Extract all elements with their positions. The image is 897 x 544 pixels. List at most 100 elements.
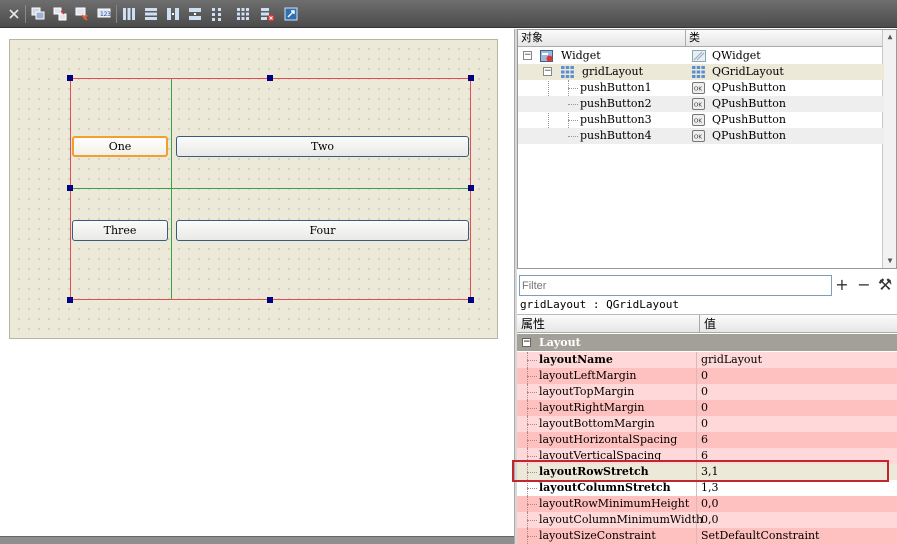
resize-handle-top-left[interactable]: [67, 75, 73, 81]
resize-handle-top[interactable]: [267, 75, 273, 81]
property-value[interactable]: 0: [699, 384, 708, 400]
edit-signals-slots-icon[interactable]: [51, 5, 69, 23]
property-value[interactable]: 1,3: [699, 480, 719, 496]
tree-item-widget[interactable]: − Widget QWidget: [518, 48, 884, 64]
grid-layout-frame[interactable]: [70, 78, 471, 300]
grid-layout-icon: [561, 66, 574, 78]
property-value[interactable]: 0: [699, 416, 708, 432]
resize-handle-right[interactable]: [468, 185, 474, 191]
tree-item-pushbutton2[interactable]: pushButton2 OK QPushButton: [518, 96, 884, 112]
property-name: layoutColumnStretch: [517, 480, 697, 496]
property-row[interactable]: layoutColumnMinimumWidth 0,0: [517, 512, 897, 528]
class-grid-layout-icon: [692, 66, 705, 78]
tree-item-pushbutton4[interactable]: pushButton4 OK QPushButton: [518, 128, 884, 144]
resize-handle-bottom-right[interactable]: [468, 297, 474, 303]
svg-text:OK: OK: [694, 119, 702, 125]
scroll-down-icon[interactable]: ▼: [885, 256, 895, 266]
add-dynamic-property-icon[interactable]: +: [834, 276, 850, 294]
layout-horizontal-splitter-icon[interactable]: [164, 5, 182, 23]
svg-text:OK: OK: [694, 103, 702, 109]
property-value[interactable]: 0,0: [699, 496, 719, 512]
object-class: QGridLayout: [712, 65, 784, 78]
tree-item-gridlayout[interactable]: − gridLayout QGridLayout: [518, 64, 884, 80]
resize-handle-left[interactable]: [67, 185, 73, 191]
object-inspector-scrollbar[interactable]: ▲ ▼: [882, 30, 896, 268]
push-button-three[interactable]: Three: [72, 220, 168, 241]
property-value[interactable]: 0: [699, 368, 708, 384]
configure-tool-icon[interactable]: ⚒: [877, 276, 893, 294]
scroll-up-icon[interactable]: ▲: [885, 32, 895, 42]
layout-horizontal-icon[interactable]: [120, 5, 138, 23]
object-column-header[interactable]: 对象: [518, 30, 686, 47]
tree-item-pushbutton1[interactable]: pushButton1 OK QPushButton: [518, 80, 884, 96]
object-class: QPushButton: [712, 81, 786, 94]
push-button-four[interactable]: Four: [176, 220, 469, 241]
property-row[interactable]: layoutRowMinimumHeight 0,0: [517, 496, 897, 512]
property-group-layout[interactable]: − Layout: [517, 334, 897, 351]
resize-handle-bottom[interactable]: [267, 297, 273, 303]
tree-item-pushbutton3[interactable]: pushButton3 OK QPushButton: [518, 112, 884, 128]
svg-text:123: 123: [100, 11, 111, 18]
collapse-icon[interactable]: −: [543, 67, 552, 76]
property-name: layoutName: [517, 352, 697, 368]
layout-vertical-icon[interactable]: [142, 5, 160, 23]
property-row[interactable]: layoutName gridLayout: [517, 352, 897, 368]
remove-dynamic-property-icon[interactable]: −: [856, 276, 872, 294]
tree-connector: [527, 376, 537, 377]
edit-tab-order-icon[interactable]: 123: [95, 5, 113, 23]
property-value[interactable]: 0,0: [699, 512, 719, 528]
property-name: layoutHorizontalSpacing: [517, 432, 697, 448]
property-name: layoutRowMinimumHeight: [517, 496, 697, 512]
property-table-header: 属性 值: [517, 314, 897, 333]
adjust-size-icon[interactable]: [282, 5, 300, 23]
push-button-class-icon: OK: [692, 130, 705, 142]
highlight-annotation-box: [512, 460, 889, 482]
current-object-label: gridLayout : QGridLayout: [520, 298, 679, 311]
property-editor: + − ⚒ gridLayout : QGridLayout 属性 值 − La…: [517, 271, 897, 544]
property-row[interactable]: layoutSizeConstraint SetDefaultConstraint: [517, 528, 897, 544]
property-row[interactable]: layoutColumnStretch 1,3: [517, 480, 897, 496]
toolbar-separator: [116, 5, 117, 23]
object-name: gridLayout: [582, 65, 644, 78]
group-label: Layout: [539, 336, 581, 349]
resize-handle-top-right[interactable]: [468, 75, 474, 81]
tree-connector: [527, 488, 537, 489]
property-value[interactable]: 0: [699, 400, 708, 416]
property-row[interactable]: layoutTopMargin 0: [517, 384, 897, 400]
collapse-icon[interactable]: −: [522, 338, 531, 347]
tree-connector: [527, 536, 537, 537]
break-layout-icon[interactable]: [258, 5, 276, 23]
class-column-header[interactable]: 类: [686, 30, 883, 47]
property-value[interactable]: 6: [699, 432, 708, 448]
tree-connector: [527, 408, 537, 409]
property-column-header[interactable]: 属性: [521, 315, 545, 333]
property-value[interactable]: SetDefaultConstraint: [699, 528, 819, 544]
layout-form-icon[interactable]: [208, 5, 226, 23]
value-column-header[interactable]: 值: [699, 315, 716, 333]
collapse-icon[interactable]: −: [523, 51, 532, 60]
bottom-scroll-strip[interactable]: [0, 536, 516, 544]
edit-widgets-icon[interactable]: [29, 5, 47, 23]
toolbar-separator: [25, 5, 26, 23]
push-button-one[interactable]: One: [72, 136, 168, 157]
push-button-class-icon: OK: [692, 98, 705, 110]
property-filter-input[interactable]: [519, 275, 832, 296]
tree-connector: [527, 504, 537, 505]
layout-vertical-splitter-icon[interactable]: [186, 5, 204, 23]
widget-icon: [540, 50, 553, 62]
layout-grid-icon[interactable]: [234, 5, 252, 23]
property-row[interactable]: layoutLeftMargin 0: [517, 368, 897, 384]
property-row[interactable]: layoutRightMargin 0: [517, 400, 897, 416]
property-row[interactable]: layoutBottomMargin 0: [517, 416, 897, 432]
edit-buddies-icon[interactable]: [73, 5, 91, 23]
resize-handle-bottom-left[interactable]: [67, 297, 73, 303]
tree-connector: [568, 104, 578, 105]
property-name: layoutBottomMargin: [517, 416, 697, 432]
property-name: layoutRightMargin: [517, 400, 697, 416]
tree-connector: [527, 456, 537, 457]
property-value[interactable]: gridLayout: [699, 352, 762, 368]
svg-text:OK: OK: [694, 87, 702, 93]
push-button-two[interactable]: Two: [176, 136, 469, 157]
close-icon[interactable]: [5, 5, 23, 23]
property-row[interactable]: layoutHorizontalSpacing 6: [517, 432, 897, 448]
